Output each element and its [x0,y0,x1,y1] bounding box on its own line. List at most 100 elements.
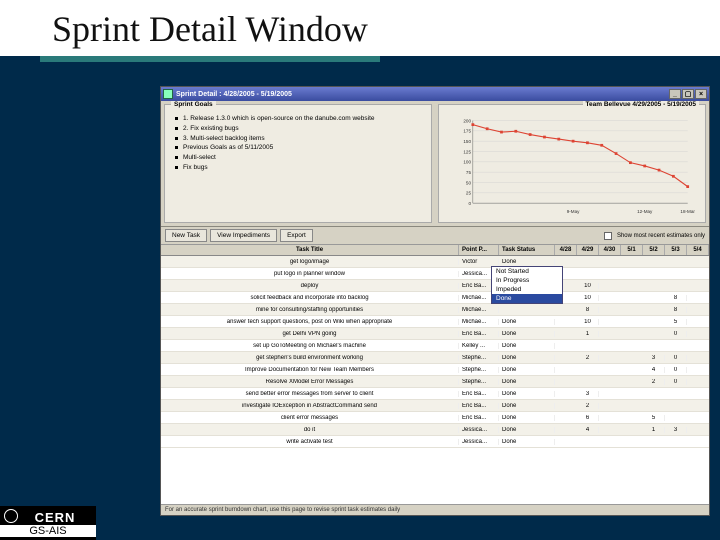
cell-task-status: Done [499,391,555,397]
cell-point-person: Stephe... [459,367,499,373]
table-row[interactable]: send better error messages from server t… [161,388,709,400]
table-row[interactable]: deployEric Ba...10 [161,280,709,292]
cell-day: 8 [577,307,599,313]
cell-day: 0 [665,379,687,385]
col-day[interactable]: 4/30 [599,245,621,255]
export-button[interactable]: Export [280,229,313,242]
cell-task-title: send better error messages from server t… [161,391,459,397]
cell-day: 5 [643,415,665,421]
cell-task-status: Done [499,331,555,337]
svg-text:100: 100 [463,160,471,165]
cell-point-person: Michae... [459,319,499,325]
cell-day: 2 [643,379,665,385]
svg-text:75: 75 [466,170,472,175]
cell-day: 8 [665,307,687,313]
cell-day: 1 [577,331,599,337]
table-row[interactable]: mine for consulting/staffing opportuniti… [161,304,709,316]
cell-day: 3 [665,427,687,433]
status-dropdown[interactable]: Not StartedIn ProgressImpededDone [491,266,563,304]
cell-day: 0 [665,355,687,361]
table-row[interactable]: client error messagesEric Ba...Done65 [161,412,709,424]
cell-task-status: Done [499,343,555,349]
goal-item: 2. Fix existing bugs [175,125,425,133]
cell-point-person: Victor [459,259,499,265]
col-task-status[interactable]: Task Status [499,245,555,255]
table-row[interactable]: get stephen's build environment workingS… [161,352,709,364]
col-point-person[interactable]: Point P... [459,245,499,255]
svg-text:175: 175 [463,129,471,134]
cell-day: 10 [577,319,599,325]
cell-point-person: Eric Ba... [459,415,499,421]
cell-day: 2 [577,355,599,361]
table-row[interactable]: get Delhi VPN goingEric Ba...Done10 [161,328,709,340]
table-row[interactable]: Improve Documentation for New Team Membe… [161,364,709,376]
grid-header: Task Title Point P... Task Status 4/284/… [161,245,709,256]
cell-day: 1 [643,427,665,433]
recent-estimates-checkbox[interactable] [604,232,612,240]
table-row[interactable]: get logo/imageVictorDone [161,256,709,268]
view-impediments-button[interactable]: View Impediments [210,229,277,242]
table-row[interactable]: Resolve XModel Error MessagesStephe...Do… [161,376,709,388]
titlebar[interactable]: Sprint Detail : 4/28/2005 - 5/19/2005 _ … [161,87,709,101]
col-task-title[interactable]: Task Title [161,245,459,255]
cell-day: 3 [577,391,599,397]
status-option[interactable]: Impeded [492,285,562,294]
col-day[interactable]: 5/1 [621,245,643,255]
cell-task-status: Done [499,403,555,409]
cern-badge: CERN GS-AIS [0,506,96,540]
cell-day: 8 [665,295,687,301]
cell-task-title: Improve Documentation for New Team Membe… [161,367,459,373]
cell-day: 3 [643,355,665,361]
svg-text:150: 150 [463,139,471,144]
table-row[interactable]: put logo in planner windowJessica...Done [161,268,709,280]
burndown-pane: Team Bellevue 4/29/2005 - 5/19/2005 0255… [438,104,706,223]
maximize-button[interactable]: ▢ [682,89,694,99]
cell-day: 4 [577,427,599,433]
cell-task-title: client error messages [161,415,459,421]
col-day[interactable]: 5/2 [643,245,665,255]
table-row[interactable]: solicit feedback and incorporate into ba… [161,292,709,304]
col-day[interactable]: 4/28 [555,245,577,255]
cell-day: 5 [665,319,687,325]
minimize-button[interactable]: _ [669,89,681,99]
cell-task-status: Done [499,259,555,265]
cell-day: 0 [665,331,687,337]
grid-body[interactable]: Not StartedIn ProgressImpededDone get lo… [161,256,709,504]
cell-task-title: put logo in planner window [161,271,459,277]
new-task-button[interactable]: New Task [165,229,207,242]
table-row[interactable]: answer tech support questions, post on W… [161,316,709,328]
cell-task-title: write activate test [161,439,459,445]
goal-item: 1. Release 1.3.0 which is open-source on… [175,115,425,123]
table-row[interactable]: investigate IOException in AbstractComma… [161,400,709,412]
toolbar: New Task View Impediments Export Show mo… [161,227,709,245]
table-row[interactable]: do itJessica...Done413 [161,424,709,436]
burndown-chart: 02550751001251501752009-May12-May18-Mar [445,115,699,216]
svg-text:0: 0 [468,201,471,206]
cell-point-person: Eric Ba... [459,391,499,397]
burndown-title: Team Bellevue 4/29/2005 - 5/19/2005 [583,101,699,108]
col-day[interactable]: 5/4 [687,245,709,255]
table-row[interactable]: set up GoToMeeting on Michael's machineK… [161,340,709,352]
cell-task-status: Done [499,439,555,445]
status-option[interactable]: In Progress [492,276,562,285]
status-option[interactable]: Done [492,294,562,303]
status-option[interactable]: Not Started [492,267,562,276]
top-panes: Sprint Goals 1. Release 1.3.0 which is o… [161,101,709,227]
cell-point-person: Stephe... [459,355,499,361]
col-day[interactable]: 5/3 [665,245,687,255]
sprint-detail-window: Sprint Detail : 4/28/2005 - 5/19/2005 _ … [160,86,710,516]
table-row[interactable]: write activate testJessica...Done [161,436,709,448]
cell-point-person: Michae... [459,307,499,313]
goal-item: Multi-select [175,154,425,162]
close-button[interactable]: × [695,89,707,99]
col-day[interactable]: 4/29 [577,245,599,255]
cell-task-title: deploy [161,283,459,289]
cell-task-status: Done [499,319,555,325]
cell-task-title: answer tech support questions, post on W… [161,319,459,325]
svg-text:12-May: 12-May [637,209,653,214]
recent-estimates-label: Show most recent estimates only [617,233,705,239]
slide-title: Sprint Detail Window [0,0,720,56]
window-title: Sprint Detail : 4/28/2005 - 5/19/2005 [176,91,292,98]
svg-text:200: 200 [463,118,471,123]
footer-hint: For an accurate sprint burndown chart, u… [161,504,709,515]
